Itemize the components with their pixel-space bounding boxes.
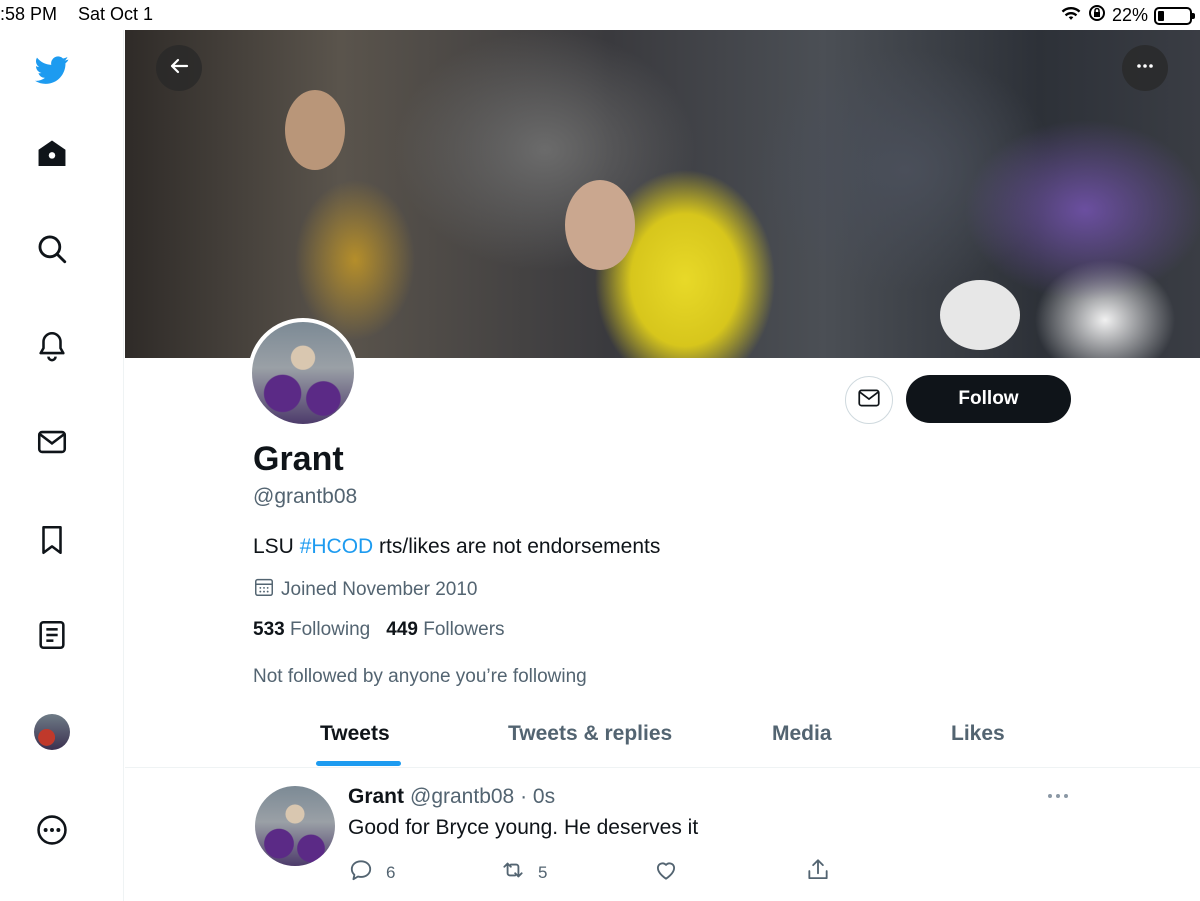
twitter-logo-icon[interactable]	[32, 50, 72, 90]
envelope-icon	[856, 385, 882, 416]
heart-icon	[653, 857, 679, 888]
tweet-avatar[interactable]	[255, 786, 335, 866]
battery-percent: 22%	[1111, 5, 1148, 25]
message-button[interactable]	[845, 376, 893, 424]
tab-likes[interactable]: Likes	[951, 722, 1005, 746]
tweet-more-button[interactable]	[1044, 786, 1072, 806]
tab-tweets-replies[interactable]: Tweets & replies	[508, 722, 672, 746]
joined-date: Joined November 2010	[253, 576, 477, 604]
back-button[interactable]	[156, 45, 202, 91]
retweet-count: 5	[538, 862, 548, 882]
share-icon	[805, 857, 831, 888]
following-link[interactable]: 533 Following	[253, 619, 370, 641]
following-count: 533	[253, 619, 285, 640]
not-followed-notice: Not followed by anyone you’re following	[253, 666, 587, 687]
status-date: Sat Oct 1	[78, 4, 154, 24]
banner-face	[940, 280, 1020, 350]
battery-icon	[1154, 6, 1195, 25]
calendar-icon	[253, 576, 275, 604]
tab-tweets[interactable]: Tweets	[320, 722, 390, 746]
followers-link[interactable]: 449 Followers	[386, 619, 504, 641]
ellipsis-icon	[1133, 54, 1157, 83]
profile-bio: LSU #HCOD rts/likes are not endorsements	[253, 535, 660, 559]
status-time: :58 PM	[0, 4, 58, 24]
status-bar: :58 PM Sat Oct 1 22%	[0, 0, 1200, 30]
banner-face	[285, 90, 345, 170]
profile-avatar[interactable]	[32, 712, 72, 752]
share-button[interactable]	[805, 857, 831, 888]
bio-prefix: LSU	[253, 535, 300, 558]
bookmark-icon[interactable]	[32, 520, 72, 560]
joined-text: Joined November 2010	[281, 579, 478, 600]
reply-count: 6	[386, 862, 396, 882]
arrow-left-icon	[167, 54, 191, 83]
like-button[interactable]	[653, 857, 679, 888]
follow-button[interactable]: Follow	[906, 375, 1071, 423]
more-ellipsis-icon[interactable]	[32, 810, 72, 850]
follow-stats: 533 Following 449 Followers	[253, 619, 505, 641]
tweet-author-meta: @grantb08 · 0s	[410, 785, 556, 808]
orientation-lock-icon	[1088, 4, 1106, 27]
profile-avatar-large[interactable]	[248, 318, 358, 428]
following-label: Following	[289, 619, 371, 640]
tweet-text: Good for Bryce young. He deserves it	[348, 816, 699, 839]
retweet-icon	[500, 857, 526, 888]
followers-count: 449	[386, 619, 418, 640]
bio-suffix: rts/likes are not endorsements	[373, 535, 661, 558]
banner-face	[565, 180, 635, 270]
tweet-header: Grant @grantb08 · 0s	[348, 785, 555, 809]
wifi-icon	[1060, 4, 1082, 27]
profile-tabs: Tweets Tweets & replies Media Likes	[125, 710, 1200, 768]
profile-handle: @grantb08	[253, 485, 358, 508]
ellipsis-icon	[1046, 787, 1070, 805]
tab-media[interactable]: Media	[772, 722, 832, 746]
search-icon[interactable]	[32, 229, 72, 269]
reply-icon	[348, 857, 374, 888]
lists-icon[interactable]	[32, 615, 72, 655]
status-right: 22%	[1060, 4, 1195, 27]
profile-more-button[interactable]	[1122, 45, 1168, 91]
reply-button[interactable]: 6	[348, 857, 395, 888]
sidebar	[0, 30, 124, 901]
notifications-bell-icon[interactable]	[32, 326, 72, 366]
profile-banner-image	[125, 30, 1200, 358]
home-icon[interactable]	[32, 134, 72, 174]
tweet-author-name[interactable]: Grant	[348, 785, 404, 809]
bio-hashtag-link[interactable]: #HCOD	[300, 535, 374, 558]
followers-label: Followers	[423, 619, 505, 640]
retweet-button[interactable]: 5	[500, 857, 547, 888]
messages-envelope-icon[interactable]	[32, 422, 72, 462]
active-tab-indicator	[316, 761, 401, 766]
profile-name: Grant	[253, 440, 344, 478]
